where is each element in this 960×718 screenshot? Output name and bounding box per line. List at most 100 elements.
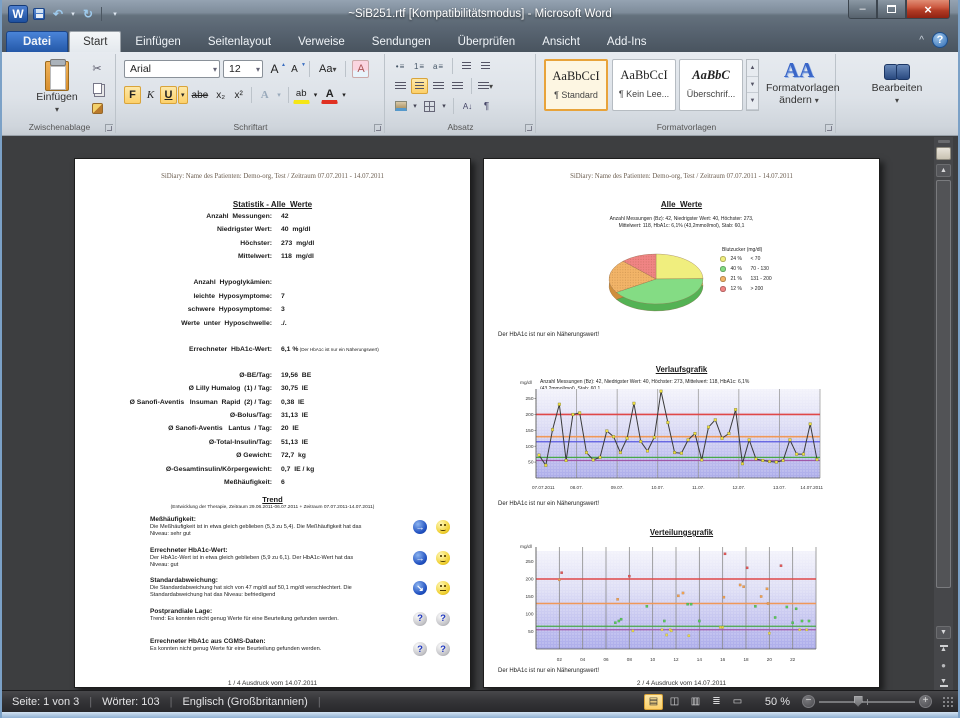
style-ueberschrift[interactable]: AaBbC Überschrif... [679, 59, 743, 111]
split-handle[interactable] [938, 140, 950, 143]
line-spacing-button[interactable]: ▾ [477, 78, 494, 94]
borders-button[interactable] [421, 98, 438, 114]
tab-einf-gen[interactable]: Einfügen [122, 32, 193, 52]
clipboard-icon [45, 61, 69, 91]
zoom-level[interactable]: 50 % [751, 696, 798, 708]
tab-datei[interactable]: Datei [6, 31, 68, 52]
highlight-dropdown[interactable]: ▾ [311, 86, 321, 104]
italic-button[interactable]: K [142, 86, 159, 104]
cut-button[interactable]: ✂ [88, 60, 106, 76]
change-case-button[interactable]: Aa▾ [316, 60, 339, 78]
pie-legend-title: Blutzucker (mg/dl) [722, 247, 860, 253]
print-layout-view-button[interactable]: ▤ [644, 694, 663, 710]
format-painter-button[interactable] [88, 100, 106, 116]
undo-dropdown[interactable]: ▾ [69, 6, 77, 22]
shrink-font-button[interactable]: A [286, 60, 303, 78]
web-layout-view-button[interactable]: ▥ [686, 694, 705, 710]
svg-text:02: 02 [557, 657, 563, 662]
underline-button[interactable]: U [160, 86, 177, 104]
font-size-combo[interactable]: 12▾ [223, 60, 263, 78]
styles-dialog-launcher[interactable] [825, 124, 833, 132]
ruler-toggle-button[interactable] [936, 147, 951, 160]
minimize-button[interactable]: – [848, 0, 877, 19]
bold-button[interactable]: F [124, 86, 141, 104]
document-page-2[interactable]: SiDiary: Name des Patienten: Demo-org, T… [483, 158, 880, 688]
increase-indent-button[interactable] [477, 58, 494, 74]
numbering-button[interactable]: 1≡ [411, 58, 428, 74]
document-page-1[interactable]: SiDiary: Name des Patienten: Demo-org, T… [74, 158, 471, 688]
tab-ansicht[interactable]: Ansicht [529, 32, 593, 52]
paste-button[interactable]: Einfügen ▾ [32, 58, 82, 120]
style-kein-leerraum[interactable]: AaBbCcI ¶ Kein Lee... [612, 59, 676, 111]
qat-customize-button[interactable]: ▾ [107, 6, 123, 22]
ribbon-collapse-button[interactable]: ^ [919, 35, 924, 46]
font-color-dropdown[interactable]: ▾ [339, 86, 349, 104]
strikethrough-button[interactable]: abe [189, 86, 212, 104]
zoom-slider-handle[interactable] [854, 696, 863, 707]
zoom-in-button[interactable]: + [919, 695, 932, 708]
borders-dropdown[interactable]: ▾ [440, 98, 448, 114]
scroll-up-button[interactable]: ▲ [936, 164, 951, 177]
text-effects-dropdown[interactable]: ▾ [274, 86, 284, 104]
help-button[interactable]: ? [932, 32, 948, 48]
subscript-button[interactable]: x₂ [212, 86, 229, 104]
sort-button[interactable]: A↓ [459, 98, 476, 114]
draft-view-button[interactable]: ▭ [728, 694, 747, 710]
copy-button[interactable] [88, 80, 106, 96]
tab--berpr-fen[interactable]: Überprüfen [445, 32, 529, 52]
underline-dropdown[interactable]: ▾ [178, 86, 188, 104]
resize-grip[interactable] [942, 696, 954, 708]
tab-sendungen[interactable]: Sendungen [359, 32, 444, 52]
text-effects-button[interactable]: A [256, 86, 273, 104]
tab-start[interactable]: Start [69, 31, 121, 52]
redo-button[interactable]: ↻ [80, 6, 96, 22]
shading-dropdown[interactable]: ▾ [411, 98, 419, 114]
previous-page-button[interactable]: ▲ [936, 642, 951, 656]
scroll-down-button[interactable]: ▼ [936, 626, 951, 639]
close-button[interactable]: × [906, 0, 950, 19]
highlight-button[interactable]: ab [293, 86, 310, 104]
word-logo-icon[interactable]: W [8, 5, 28, 23]
show-marks-button[interactable]: ¶ [478, 98, 495, 114]
grow-font-button[interactable]: A [266, 60, 283, 78]
vertical-scrollbar[interactable]: ▲ ▼ ▲ ● ▼ [934, 137, 953, 690]
paragraph-dialog-launcher[interactable] [525, 124, 533, 132]
change-styles-button[interactable]: AA Formatvorlagen ändern ▾ [766, 58, 832, 122]
scrollbar-thumb[interactable] [936, 180, 951, 588]
font-color-button[interactable]: A [321, 86, 338, 104]
svg-text:mg/dl: mg/dl [520, 544, 532, 550]
align-right-button[interactable] [430, 78, 447, 94]
status-segment[interactable]: Englisch (Großbritannien) [172, 696, 317, 708]
clear-formatting-button[interactable]: A [352, 60, 369, 78]
tab-verweise[interactable]: Verweise [285, 32, 358, 52]
scrollbar-track[interactable] [936, 180, 951, 622]
editing-button[interactable]: Bearbeiten ▾ [838, 64, 956, 106]
font-name-combo[interactable]: Arial▾ [124, 60, 220, 78]
justify-button[interactable] [449, 78, 466, 94]
style-standard[interactable]: AaBbCcI ¶ Standard [544, 59, 608, 111]
multilevel-list-button[interactable]: a≡ [430, 58, 447, 74]
tab-seitenlayout[interactable]: Seitenlayout [195, 32, 284, 52]
zoom-slider-track[interactable] [819, 701, 915, 703]
align-left-button[interactable] [392, 78, 409, 94]
tab-add-ins[interactable]: Add-Ins [594, 32, 660, 52]
decrease-indent-button[interactable] [458, 58, 475, 74]
styles-gallery-scroll[interactable]: ▲ ▼ ▼ [746, 59, 759, 111]
font-dialog-launcher[interactable] [374, 124, 382, 132]
select-browse-object-button[interactable]: ● [936, 659, 951, 673]
superscript-button[interactable]: x² [230, 86, 247, 104]
maximize-button[interactable] [877, 0, 906, 19]
clipboard-dialog-launcher[interactable] [105, 124, 113, 132]
undo-button[interactable]: ↶ [50, 6, 66, 22]
fullscreen-reading-view-button[interactable]: ◫ [665, 694, 684, 710]
outline-view-button[interactable]: ≣ [707, 694, 726, 710]
save-button[interactable] [31, 6, 47, 22]
zoom-slider[interactable]: − + [802, 694, 932, 710]
status-segment[interactable]: Seite: 1 von 3 [2, 696, 89, 708]
status-segment[interactable]: Wörter: 103 [92, 696, 169, 708]
next-page-button[interactable]: ▼ [936, 676, 951, 690]
bullets-button[interactable]: •≡ [392, 58, 409, 74]
zoom-out-button[interactable]: − [802, 695, 815, 708]
align-center-button[interactable] [411, 78, 428, 94]
shading-button[interactable] [392, 98, 409, 114]
